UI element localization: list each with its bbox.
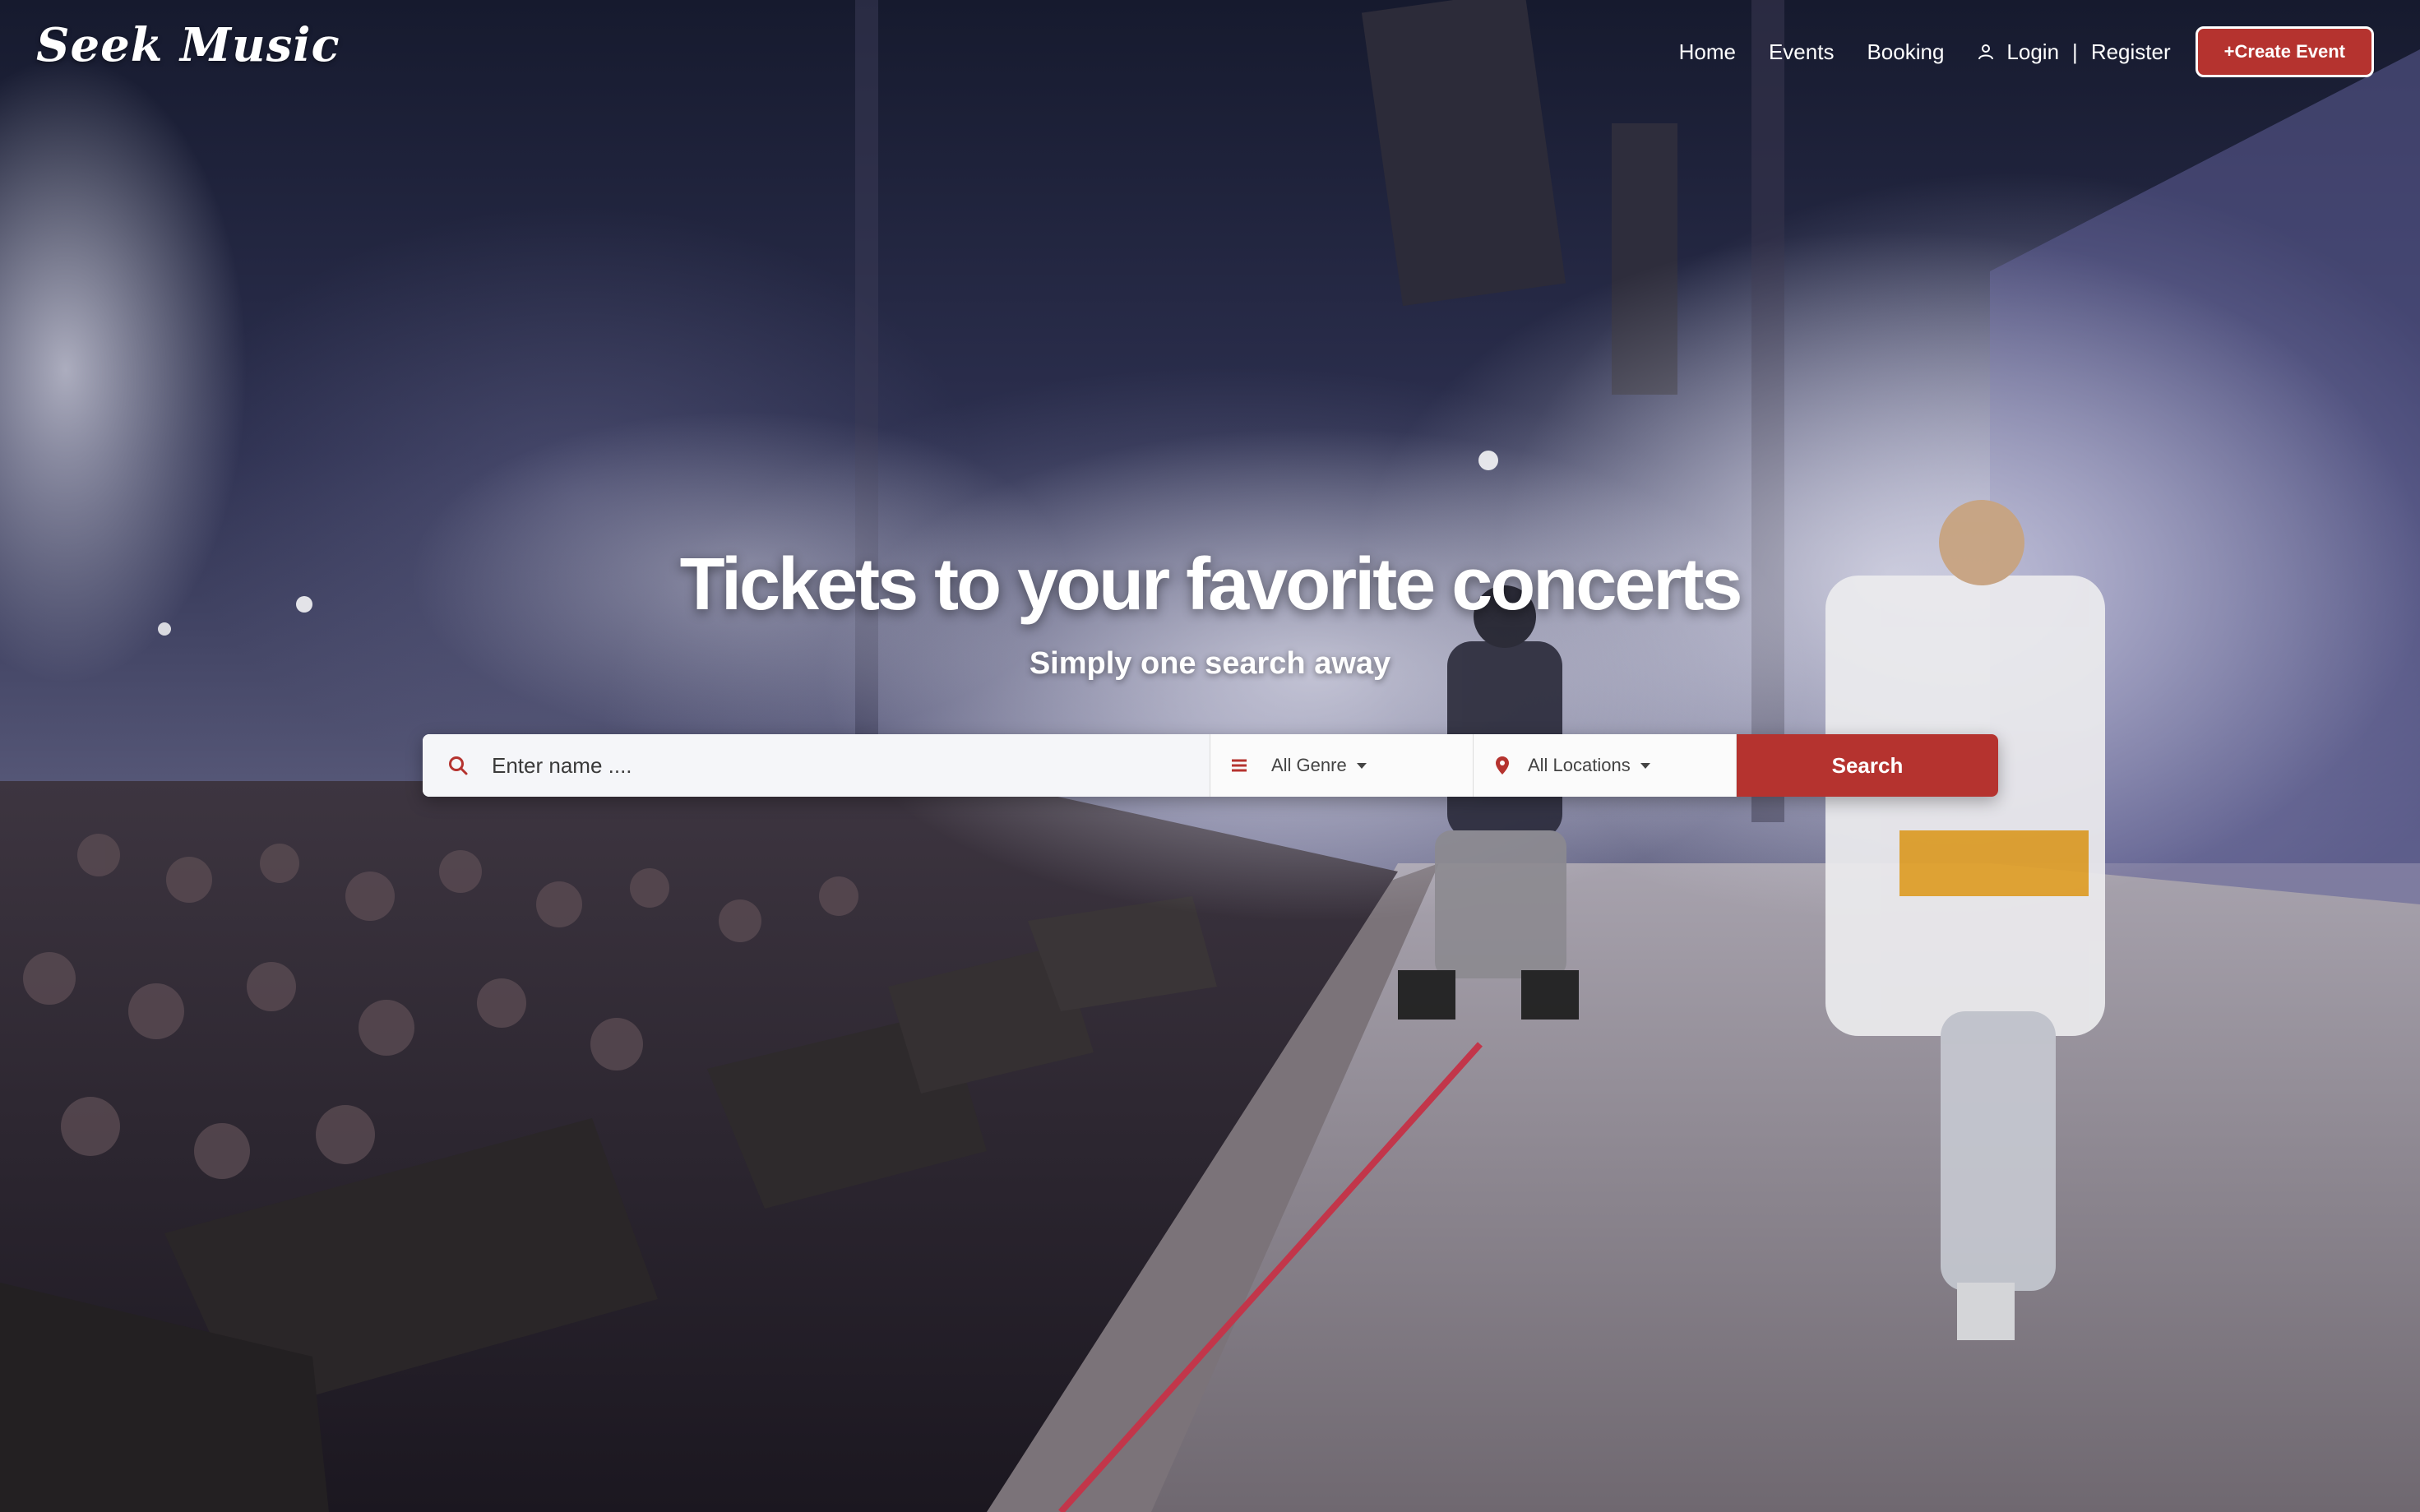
list-icon xyxy=(1229,755,1250,776)
search-button[interactable]: Search xyxy=(1737,734,1998,797)
login-link[interactable]: Login xyxy=(2006,39,2059,65)
name-search-field xyxy=(423,734,1210,797)
hero-title: Tickets to your favorite concerts xyxy=(679,543,1743,626)
site-logo[interactable]: Seek Music xyxy=(36,18,340,72)
register-link[interactable]: Register xyxy=(2091,39,2171,65)
nav-link-home[interactable]: Home xyxy=(1679,39,1736,65)
location-dropdown[interactable]: All Locations xyxy=(1474,734,1737,797)
top-navbar: Seek Music Home Events Booking Login | R… xyxy=(0,0,2420,103)
event-search-form: All Genre All Locations Search xyxy=(423,734,1998,797)
map-pin-icon xyxy=(1492,755,1513,776)
main-nav: Home Events Booking Login | Register +Cr… xyxy=(1679,26,2374,77)
nav-link-booking[interactable]: Booking xyxy=(1867,39,1944,65)
auth-separator: | xyxy=(2072,39,2078,64)
create-event-button[interactable]: +Create Event xyxy=(2195,26,2374,77)
nav-link-events[interactable]: Events xyxy=(1769,39,1835,65)
caret-down-icon xyxy=(1640,762,1650,769)
search-icon xyxy=(447,755,469,776)
search-input[interactable] xyxy=(490,751,1201,779)
genre-selected: All Genre xyxy=(1271,755,1347,775)
auth-links: Login | Register xyxy=(1977,39,2171,65)
genre-dropdown[interactable]: All Genre xyxy=(1210,734,1474,797)
caret-down-icon xyxy=(1356,762,1367,769)
location-selected: All Locations xyxy=(1528,755,1631,775)
user-icon xyxy=(1977,43,1995,61)
hero-subtitle: Simply one search away xyxy=(1029,646,1391,681)
